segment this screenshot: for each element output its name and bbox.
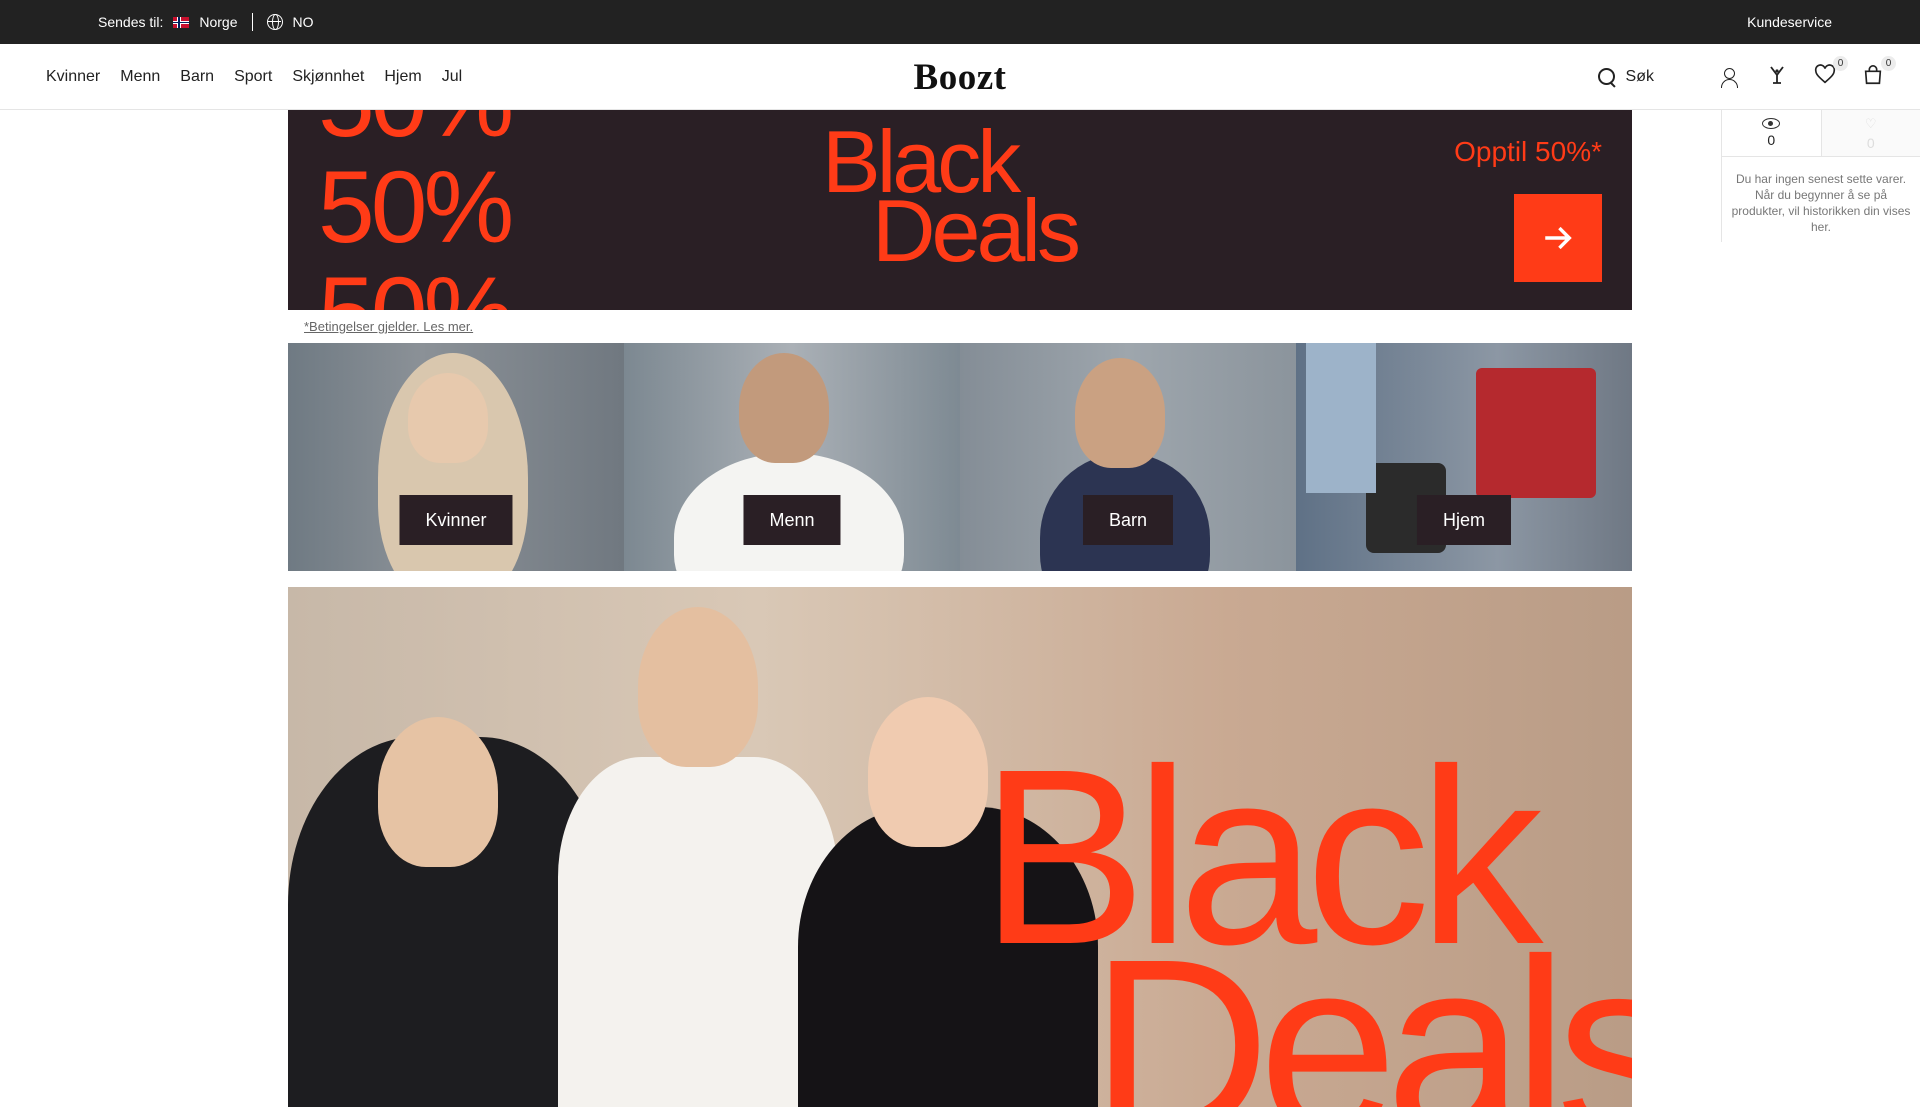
- terms-link[interactable]: *Betingelser gjelder. Les mer.: [288, 310, 1632, 343]
- product-image: [1306, 343, 1376, 493]
- globe-icon[interactable]: [267, 14, 283, 30]
- tab-favorites[interactable]: ♡ 0: [1821, 110, 1920, 156]
- account-icon[interactable]: [1718, 66, 1740, 88]
- norway-flag-icon: [173, 17, 189, 28]
- heart-icon: ♡: [1865, 116, 1877, 132]
- language-label[interactable]: NO: [293, 14, 314, 30]
- category-tile-hjem[interactable]: Hjem: [1296, 343, 1632, 571]
- product-image: [1476, 368, 1596, 498]
- percent-text: 50%: [318, 156, 510, 258]
- black-deals-banner[interactable]: 50% 50% 50% Black Deals Opptil 50%*: [288, 110, 1632, 310]
- recently-viewed-panel: 0 ♡ 0 Du har ingen senest sette varer. N…: [1721, 110, 1920, 242]
- beauty-icon[interactable]: [1766, 64, 1788, 91]
- man-figure: [558, 757, 838, 1107]
- wishlist-count-badge: 0: [1833, 56, 1848, 71]
- search-label: Søk: [1626, 68, 1654, 86]
- campaign-title: Black Deals: [980, 762, 1632, 1107]
- child-face: [378, 717, 498, 867]
- category-button[interactable]: Hjem: [1417, 495, 1511, 545]
- bag-icon: [1862, 64, 1884, 86]
- eye-icon: [1762, 118, 1780, 129]
- cart-button[interactable]: 0: [1862, 64, 1884, 91]
- cart-count-badge: 0: [1881, 56, 1896, 71]
- viewed-count: 0: [1767, 132, 1775, 148]
- nav-item-menn[interactable]: Menn: [120, 68, 160, 86]
- header-actions: Søk 0 0: [1596, 44, 1884, 110]
- model-face: [408, 373, 488, 463]
- customer-service-link[interactable]: Kundeservice: [1747, 0, 1832, 44]
- main-header: Kvinner Menn Barn Sport Skjønnhet Hjem J…: [0, 44, 1920, 110]
- recent-tabs: 0 ♡ 0: [1722, 110, 1920, 157]
- category-button[interactable]: Menn: [743, 495, 840, 545]
- category-tile-menn[interactable]: Menn: [624, 343, 960, 571]
- nav-item-sport[interactable]: Sport: [234, 68, 272, 86]
- search-icon: [1596, 66, 1618, 88]
- category-tile-barn[interactable]: Barn: [960, 343, 1296, 571]
- nav-item-kvinner[interactable]: Kvinner: [46, 68, 100, 86]
- nav-item-skjonnhet[interactable]: Skjønnhet: [292, 68, 364, 86]
- category-button[interactable]: Kvinner: [399, 495, 512, 545]
- favorites-count: 0: [1867, 135, 1875, 151]
- model-face: [739, 353, 829, 463]
- category-tiles: Kvinner Menn Barn Hjem: [288, 343, 1632, 571]
- nav-item-jul[interactable]: Jul: [442, 68, 462, 86]
- arrow-right-icon: [1541, 221, 1575, 255]
- search-button[interactable]: Søk: [1596, 66, 1654, 88]
- tab-recently-viewed[interactable]: 0: [1722, 110, 1821, 156]
- man-face: [638, 607, 758, 767]
- ship-to-label: Sendes til:: [98, 14, 163, 30]
- banner-title: Black Deals: [822, 128, 1077, 265]
- main-content: 50% 50% 50% Black Deals Opptil 50%* *Bet…: [288, 110, 1632, 1107]
- top-bar: Sendes til: Norge NO Kundeservice: [0, 0, 1920, 44]
- family-campaign-banner[interactable]: Black Deals: [288, 587, 1632, 1107]
- empty-history-message: Du har ingen senest sette varer. Når du …: [1722, 157, 1920, 249]
- wishlist-button[interactable]: 0: [1814, 64, 1836, 91]
- woman-face: [868, 697, 988, 847]
- main-nav: Kvinner Menn Barn Sport Skjønnhet Hjem J…: [46, 44, 462, 110]
- nav-item-barn[interactable]: Barn: [180, 68, 214, 86]
- nav-item-hjem[interactable]: Hjem: [384, 68, 421, 86]
- country-label[interactable]: Norge: [199, 14, 237, 30]
- heart-icon: [1814, 64, 1836, 86]
- divider: [252, 13, 253, 31]
- shipping-selector[interactable]: Sendes til: Norge NO: [98, 0, 314, 44]
- percent-text: 50%: [318, 262, 510, 310]
- percent-text: 50%: [318, 110, 510, 152]
- banner-upto-text: Opptil 50%*: [1454, 136, 1602, 168]
- category-tile-kvinner[interactable]: Kvinner: [288, 343, 624, 571]
- banner-arrow-button[interactable]: [1514, 194, 1602, 282]
- category-button[interactable]: Barn: [1083, 495, 1173, 545]
- model-face: [1075, 358, 1165, 468]
